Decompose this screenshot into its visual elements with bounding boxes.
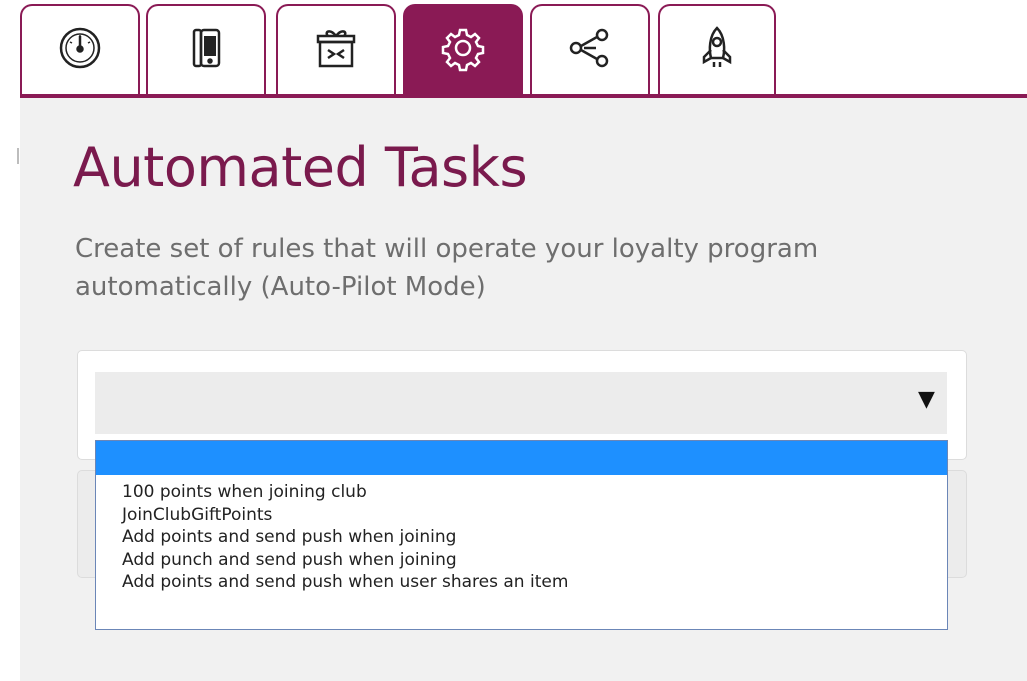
divider — [17, 148, 19, 164]
option-item[interactable]: Add points and send push when joining — [122, 526, 568, 549]
option-item[interactable]: Add punch and send push when joining — [122, 549, 568, 572]
gauge-icon — [56, 24, 104, 76]
select-dropdown-list[interactable]: 100 points when joining club JoinClubGif… — [95, 440, 948, 630]
option-item[interactable]: Add points and send push when user share… — [122, 571, 568, 594]
tab-mobile-app[interactable] — [146, 4, 266, 94]
gift-icon — [312, 24, 360, 76]
rocket-icon — [693, 24, 741, 76]
tab-bar — [0, 0, 1027, 98]
option-item[interactable]: JoinClubGiftPoints — [122, 504, 568, 527]
gear-icon — [439, 24, 487, 76]
tab-automation[interactable] — [403, 4, 523, 94]
tab-share[interactable] — [530, 4, 650, 94]
page-title: Automated Tasks — [73, 136, 528, 199]
dropdown-arrow-icon[interactable]: ▼ — [918, 387, 935, 412]
page-description: Create set of rules that will operate yo… — [75, 234, 819, 302]
share-icon — [566, 24, 614, 76]
tab-rewards[interactable] — [276, 4, 396, 94]
option-item[interactable]: 100 points when joining club — [122, 481, 568, 504]
left-margin — [0, 98, 20, 681]
tab-dashboard[interactable] — [20, 4, 140, 94]
option-empty-highlighted[interactable] — [96, 441, 947, 475]
mobile-phone-icon — [182, 24, 230, 76]
automated-task-select[interactable] — [95, 372, 947, 434]
tab-launch[interactable] — [658, 4, 776, 94]
option-list: 100 points when joining club JoinClubGif… — [122, 481, 568, 594]
